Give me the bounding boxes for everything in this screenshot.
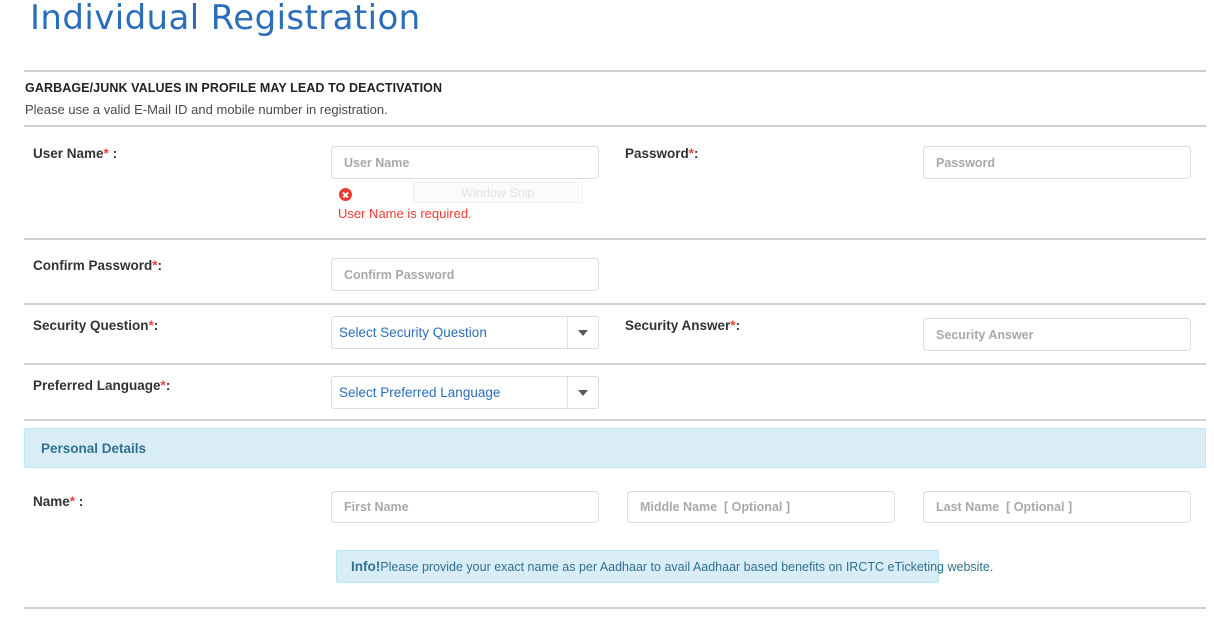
info-label: Info! bbox=[351, 559, 381, 574]
divider-security-row bbox=[24, 363, 1206, 365]
first-name-input[interactable] bbox=[331, 491, 599, 523]
name-label: Name* : bbox=[33, 494, 83, 509]
divider-confirm-password-row bbox=[24, 303, 1206, 305]
preferred-language-select[interactable]: Select Preferred Language bbox=[331, 376, 599, 409]
password-label-text: Password bbox=[625, 146, 689, 161]
password-label: Password*: bbox=[625, 146, 699, 161]
user-name-error-message: User Name is required. bbox=[338, 206, 472, 221]
user-name-input[interactable] bbox=[331, 146, 599, 179]
divider-name-row bbox=[24, 607, 1206, 609]
confirm-password-input[interactable] bbox=[331, 258, 599, 291]
middle-name-input[interactable] bbox=[627, 491, 895, 523]
preferred-language-dropdown-button[interactable] bbox=[567, 377, 598, 408]
preferred-language-selected-value: Select Preferred Language bbox=[339, 385, 501, 400]
divider-language-row bbox=[24, 419, 1206, 421]
confirm-password-label-suffix: : bbox=[157, 258, 163, 273]
name-label-text: Name bbox=[33, 494, 70, 509]
window-snip-overlay: Window Snip bbox=[413, 182, 583, 203]
security-question-label-text: Security Question bbox=[33, 318, 149, 333]
personal-details-title: Personal Details bbox=[41, 440, 147, 456]
user-name-label-text: User Name bbox=[33, 146, 104, 161]
security-answer-label: Security Answer*: bbox=[625, 318, 740, 333]
chevron-down-icon bbox=[578, 389, 588, 396]
security-answer-label-suffix: : bbox=[735, 318, 741, 333]
security-question-label: Security Question*: bbox=[33, 318, 158, 333]
name-label-suffix: : bbox=[75, 494, 84, 509]
preferred-language-label: Preferred Language*: bbox=[33, 378, 170, 393]
user-name-label-suffix: : bbox=[108, 146, 118, 161]
page-title: Individual Registration bbox=[30, 0, 421, 38]
security-question-selected-value: Select Security Question bbox=[339, 325, 487, 340]
security-question-dropdown-button[interactable] bbox=[567, 317, 598, 348]
preferred-language-label-suffix: : bbox=[165, 378, 171, 393]
chevron-down-icon bbox=[578, 329, 588, 336]
security-question-label-suffix: : bbox=[153, 318, 159, 333]
aadhaar-name-info-banner: Info! Please provide your exact name as p… bbox=[336, 550, 993, 583]
preferred-language-label-text: Preferred Language bbox=[33, 378, 161, 393]
personal-details-section-header: Personal Details bbox=[24, 428, 1206, 468]
password-label-suffix: : bbox=[694, 146, 699, 161]
garbage-values-warning: GARBAGE/JUNK VALUES IN PROFILE MAY LEAD … bbox=[25, 81, 443, 95]
last-name-input[interactable] bbox=[923, 491, 1191, 523]
divider-top bbox=[24, 70, 1206, 72]
security-question-select[interactable]: Select Security Question bbox=[331, 316, 599, 349]
divider-notice-bottom bbox=[24, 125, 1206, 127]
divider-username-row bbox=[24, 238, 1206, 240]
info-message: Please provide your exact name as per Aa… bbox=[380, 559, 994, 574]
confirm-password-label-text: Confirm Password bbox=[33, 258, 153, 273]
confirm-password-label: Confirm Password*: bbox=[33, 258, 162, 273]
registration-page: Individual Registration GARBAGE/JUNK VAL… bbox=[0, 0, 1214, 619]
security-answer-input[interactable] bbox=[923, 318, 1191, 351]
registration-instruction: Please use a valid E-Mail ID and mobile … bbox=[25, 102, 388, 117]
error-circle-x-icon bbox=[339, 188, 352, 201]
password-input[interactable] bbox=[923, 146, 1191, 179]
user-name-label: User Name* : bbox=[33, 146, 117, 161]
security-answer-label-text: Security Answer bbox=[625, 318, 731, 333]
